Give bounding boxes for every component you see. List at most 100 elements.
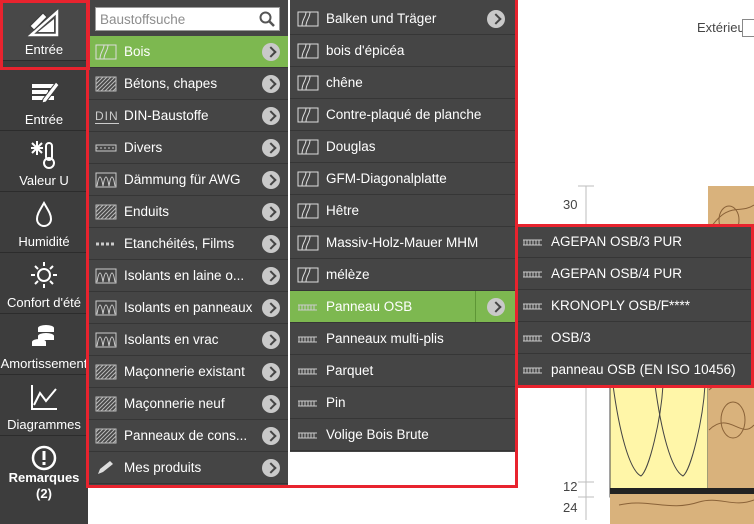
wood-item-balken-und-trager[interactable]: Balken und Träger bbox=[290, 3, 515, 35]
category-label: Etanchéités, Films bbox=[124, 236, 235, 251]
wood-item-label: mélèze bbox=[326, 267, 370, 282]
left-nav: Entrée Entrée Valeur U Humidité Confort … bbox=[0, 0, 88, 524]
alert-circle-icon bbox=[0, 444, 88, 472]
nav-entry[interactable]: Entrée bbox=[0, 70, 88, 131]
wood-item-contre-plaque-de-planche[interactable]: Contre-plaqué de planche bbox=[290, 99, 515, 131]
osb-icon bbox=[297, 363, 319, 379]
wood-grain-icon bbox=[297, 235, 319, 251]
category-label: Enduits bbox=[124, 204, 170, 219]
material-search[interactable] bbox=[95, 7, 280, 31]
chevron-right-icon[interactable] bbox=[262, 139, 280, 157]
nav-label: Remarques (2) bbox=[0, 470, 88, 502]
wood-item-panneaux-multi-plis[interactable]: Panneaux multi-plis bbox=[290, 323, 515, 355]
osb-item-label: KRONOPLY OSB/F**** bbox=[551, 298, 691, 313]
category-isolants-en-vrac[interactable]: Isolants en vrac bbox=[88, 324, 288, 356]
osb-item-agepan-osb-3-pur[interactable]: AGEPAN OSB/3 PUR bbox=[515, 226, 752, 258]
chevron-right-icon[interactable] bbox=[262, 427, 280, 445]
nav-humidity[interactable]: Humidité bbox=[0, 192, 88, 253]
chevron-right-icon[interactable] bbox=[487, 298, 505, 316]
osb-item-panneau-osb-en-iso-10456[interactable]: panneau OSB (EN ISO 10456) bbox=[515, 354, 752, 386]
chevron-right-icon[interactable] bbox=[262, 171, 280, 189]
category-maconnerie-neuf[interactable]: Maçonnerie neuf bbox=[88, 388, 288, 420]
wood-item-label: GFM-Diagonalplatte bbox=[326, 171, 447, 186]
nav-label: Entrée bbox=[24, 112, 64, 127]
osb-item-label: OSB/3 bbox=[551, 330, 591, 345]
wood-grain-icon bbox=[297, 107, 319, 123]
wood-item-bois-d-epicea[interactable]: bois d'épicéa bbox=[290, 35, 515, 67]
osb-item-agepan-osb-4-pur[interactable]: AGEPAN OSB/4 PUR bbox=[515, 258, 752, 290]
wood-item-douglas[interactable]: Douglas bbox=[290, 131, 515, 163]
masonry-hatch-icon bbox=[95, 396, 117, 412]
chevron-right-icon[interactable] bbox=[262, 43, 280, 61]
chevron-right-icon[interactable] bbox=[262, 235, 280, 253]
din-icon: DIN bbox=[95, 109, 119, 124]
category-menu: Bois Bétons, chapes DIN DIN-Baustoffe Divers… bbox=[88, 0, 288, 488]
layers-edit-icon bbox=[0, 78, 88, 106]
category-dammung-fur-awg[interactable]: Dämmung für AWG bbox=[88, 164, 288, 196]
search-input[interactable] bbox=[100, 11, 250, 27]
wood-item-label: chêne bbox=[326, 75, 363, 90]
osb-item-osb-3[interactable]: OSB/3 bbox=[515, 322, 752, 354]
wood-item-chene[interactable]: chêne bbox=[290, 67, 515, 99]
chevron-right-icon[interactable] bbox=[262, 331, 280, 349]
category-betons-chapes[interactable]: Bétons, chapes bbox=[88, 68, 288, 100]
osb-submenu: AGEPAN OSB/3 PUR AGEPAN OSB/4 PUR KRONOPLY… bbox=[515, 226, 752, 386]
exterior-select[interactable] bbox=[742, 19, 754, 37]
wood-item-panneau-osb[interactable]: Panneau OSB bbox=[290, 291, 515, 323]
wood-item-volige-bois-brute[interactable]: Volige Bois Brute bbox=[290, 419, 515, 451]
water-drop-icon bbox=[0, 200, 88, 228]
wood-grain-icon bbox=[297, 75, 319, 91]
chevron-right-icon[interactable] bbox=[262, 299, 280, 317]
wood-grain-icon bbox=[297, 267, 319, 283]
wood-item-meleze[interactable]: mélèze bbox=[290, 259, 515, 291]
wood-item-label: Contre-plaqué de planche bbox=[326, 107, 482, 122]
insulation-icon bbox=[95, 268, 117, 284]
chevron-right-icon[interactable] bbox=[262, 395, 280, 413]
category-label: Isolants en vrac bbox=[124, 332, 219, 347]
row-divider bbox=[475, 291, 476, 322]
wood-item-label: Pin bbox=[326, 395, 346, 410]
nav-amortization[interactable]: Amortissement bbox=[0, 314, 88, 375]
category-mes-produits[interactable]: Mes produits bbox=[88, 452, 288, 484]
category-isolants-en-laine-o[interactable]: Isolants en laine o... bbox=[88, 260, 288, 292]
nav-diagrams[interactable]: Diagrammes bbox=[0, 375, 88, 436]
chevron-right-icon[interactable] bbox=[262, 363, 280, 381]
wood-item-gfm-diagonalplatte[interactable]: GFM-Diagonalplatte bbox=[290, 163, 515, 195]
category-panneaux-de-cons[interactable]: Panneaux de cons... bbox=[88, 420, 288, 452]
osb-item-kronoply-osb-f[interactable]: KRONOPLY OSB/F**** bbox=[515, 290, 752, 322]
category-din-baustoffe[interactable]: DIN DIN-Baustoffe bbox=[88, 100, 288, 132]
wood-item-label: Volige Bois Brute bbox=[326, 427, 429, 442]
search-icon[interactable] bbox=[259, 11, 275, 27]
osb-icon bbox=[522, 362, 544, 378]
plaster-hatch-icon bbox=[95, 204, 117, 220]
line-chart-icon bbox=[0, 383, 88, 411]
nav-u-value[interactable]: Valeur U bbox=[0, 131, 88, 192]
wood-item-label: Panneau OSB bbox=[326, 299, 413, 314]
category-label: Mes produits bbox=[124, 460, 202, 475]
osb-icon bbox=[522, 234, 544, 250]
osb-item-label: AGEPAN OSB/3 PUR bbox=[551, 234, 683, 249]
nav-entry-main[interactable]: Entrée bbox=[0, 0, 88, 61]
wood-item-hetre[interactable]: Hêtre bbox=[290, 195, 515, 227]
wood-item-parquet[interactable]: Parquet bbox=[290, 355, 515, 387]
category-enduits[interactable]: Enduits bbox=[88, 196, 288, 228]
nav-remarks[interactable]: Remarques (2) bbox=[0, 436, 88, 524]
category-divers[interactable]: Divers bbox=[88, 132, 288, 164]
pencil-icon bbox=[95, 460, 117, 476]
chevron-right-icon[interactable] bbox=[262, 203, 280, 221]
chevron-right-icon[interactable] bbox=[262, 75, 280, 93]
category-isolants-en-panneaux[interactable]: Isolants en panneaux bbox=[88, 292, 288, 324]
chevron-right-icon[interactable] bbox=[262, 107, 280, 125]
chevron-right-icon[interactable] bbox=[487, 10, 505, 28]
panel-hatch-icon bbox=[95, 428, 117, 444]
category-maconnerie-existant[interactable]: Maçonnerie existant bbox=[88, 356, 288, 388]
wood-item-label: Panneaux multi-plis bbox=[326, 331, 444, 346]
chevron-right-icon[interactable] bbox=[262, 267, 280, 285]
chevron-right-icon[interactable] bbox=[262, 459, 280, 477]
category-etancheites-films[interactable]: Etanchéités, Films bbox=[88, 228, 288, 260]
nav-summer-comfort[interactable]: Confort d'été bbox=[0, 253, 88, 314]
wood-item-massiv-holz-mauer-mhm[interactable]: Massiv-Holz-Mauer MHM bbox=[290, 227, 515, 259]
wood-item-label: Parquet bbox=[326, 363, 374, 378]
category-bois[interactable]: Bois bbox=[88, 36, 288, 68]
wood-item-pin[interactable]: Pin bbox=[290, 387, 515, 419]
